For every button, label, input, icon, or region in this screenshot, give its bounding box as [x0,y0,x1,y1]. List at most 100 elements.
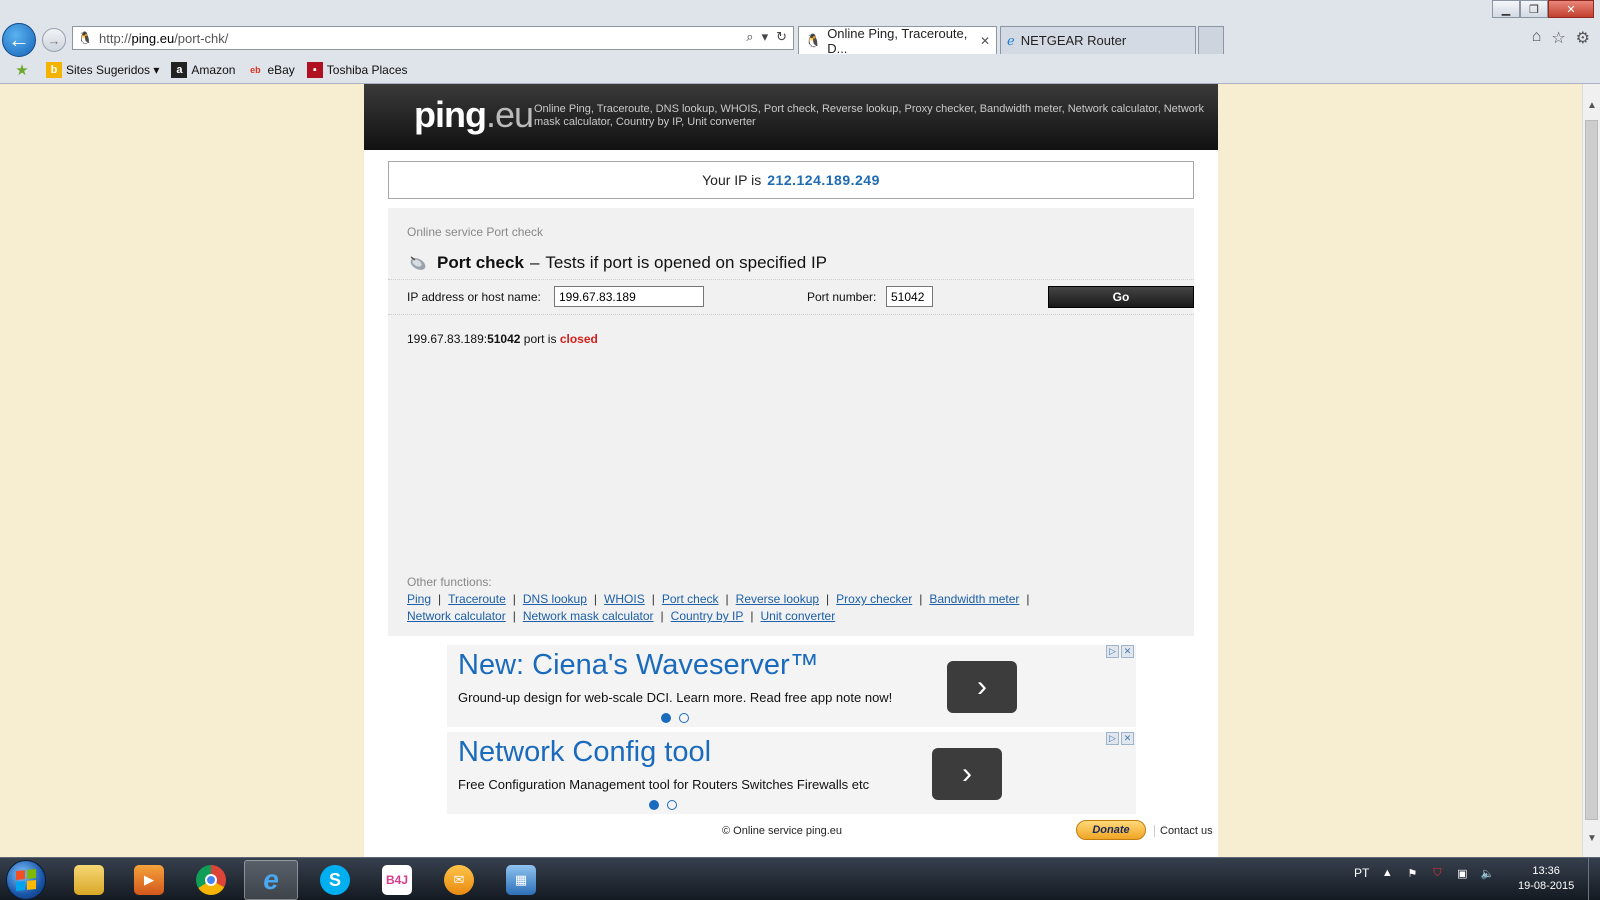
window-controls: ▁ ❐ ✕ [1492,0,1594,18]
link-ping[interactable]: Ping [407,592,431,606]
address-bar[interactable]: 🐧 http://ping.eu/port-chk/ ⌕ ▾ ↻ [72,26,794,50]
search-icon[interactable]: ⌕ [746,29,753,45]
taskbar-media-player[interactable]: ▶ [122,860,176,900]
system-tray: PT ▲ ⚑ ⛉ ▣ 🔈 [1354,866,1494,880]
chevron-down-icon[interactable]: ▾ [762,29,769,45]
media-player-icon: ▶ [134,865,164,895]
site-logo[interactable]: ping.eu [414,94,534,136]
url-text: http://ping.eu/port-chk/ [99,31,228,46]
ad-ciena[interactable]: New: Ciena's Waveserver™ Ground-up desig… [447,645,1136,727]
start-button[interactable] [6,860,46,900]
taskbar-b4j[interactable]: B4J [370,860,424,900]
ad-network-config[interactable]: Network Config tool Free Configuration M… [447,732,1136,814]
link-port-check[interactable]: Port check [662,592,719,606]
link-unit-converter[interactable]: Unit converter [761,609,836,623]
link-dns-lookup[interactable]: DNS lookup [523,592,587,606]
link-whois[interactable]: WHOIS [604,592,645,606]
site-container: ping.eu Online Ping, Traceroute, DNS loo… [364,84,1218,857]
link-reverse-lookup[interactable]: Reverse lookup [736,592,819,606]
new-tab-button[interactable] [1198,26,1224,54]
star-icon[interactable]: ☆ [1551,28,1565,48]
gear-icon[interactable]: ⚙ [1576,28,1590,48]
address-tools: ⌕ ▾ ↻ [746,29,787,45]
clock-date: 19-08-2015 [1518,880,1575,892]
vertical-scrollbar[interactable]: ▲ ▼ [1582,84,1600,857]
close-ad-icon[interactable]: ✕ [1121,645,1134,658]
ad-arrow-button[interactable]: › [947,661,1017,713]
page-title: Port check – Tests if port is opened on … [407,252,827,274]
taskbar-mail[interactable]: ✉ [432,860,486,900]
taskbar-control-panel[interactable]: ▦ [494,860,548,900]
favorites-bar: ★ b Sites Sugeridos ▾ a Amazon eb eBay ▪… [0,58,1600,82]
link-network-calculator[interactable]: Network calculator [407,609,506,623]
scrollbar-thumb[interactable] [1585,120,1598,820]
forward-button[interactable]: → [42,28,66,52]
tab-netgear-router[interactable]: ℯ NETGEAR Router [1000,26,1196,54]
site-header: ping.eu Online Ping, Traceroute, DNS loo… [364,84,1218,150]
scroll-up-icon[interactable]: ▲ [1583,96,1600,114]
go-button[interactable]: Go [1048,286,1194,308]
link-proxy-checker[interactable]: Proxy checker [836,592,912,606]
favorite-toshiba-places[interactable]: ▪ Toshiba Places [306,62,408,78]
separator: | [1026,592,1030,606]
link-country-by-ip[interactable]: Country by IP [671,609,744,623]
ad-arrow-button[interactable]: › [932,748,1002,800]
link-network-mask-calculator[interactable]: Network mask calculator [523,609,654,623]
taskbar-skype[interactable]: S [308,860,362,900]
contact-us-link[interactable]: Contact us [1154,825,1213,837]
clock[interactable]: 13:36 19-08-2015 [1518,864,1574,894]
taskbar-internet-explorer[interactable]: e [244,860,298,900]
volume-icon[interactable]: 🔈 [1480,866,1494,880]
favorite-amazon[interactable]: a Amazon [171,62,235,78]
link-bandwidth-meter[interactable]: Bandwidth meter [929,592,1019,606]
show-hidden-icons-icon[interactable]: ▲ [1380,866,1394,880]
ip-label: IP address or host name: [407,290,541,304]
your-ip-box: Your IP is 212.124.189.249 [388,161,1194,199]
penguin-icon: 🐧 [805,32,822,48]
tab-ping-eu[interactable]: 🐧 Online Ping, Traceroute, D... ✕ [798,26,997,56]
port-check-result: 199.67.83.189:51042 port is closed [407,332,598,346]
favorites-star[interactable]: ★ [14,62,34,79]
minimize-button[interactable]: ▁ [1492,0,1520,18]
result-port: 51042 [487,332,521,346]
taskbar-chrome[interactable] [184,860,238,900]
network-icon[interactable]: ▣ [1455,866,1469,880]
result-status: closed [559,332,598,346]
adchoices-icon[interactable]: ▷ [1106,732,1119,745]
browser-toolbar-icons: ⌂ ☆ ⚙ [1532,28,1590,48]
breadcrumb: Online service Port check [407,225,544,239]
antivirus-icon[interactable]: ⛉ [1430,866,1444,880]
close-ad-icon[interactable]: ✕ [1121,732,1134,745]
close-tab-icon[interactable]: ✕ [980,34,990,48]
favorites-add-icon: ★ [15,62,29,79]
back-button[interactable]: ← [2,23,36,57]
ad-dot-1[interactable] [661,713,671,723]
scroll-down-icon[interactable]: ▼ [1583,829,1600,847]
taskbar-explorer[interactable] [62,860,116,900]
result-host: 199.67.83.189: [407,332,488,346]
ad-dot-1[interactable] [649,800,659,810]
adchoices-icon[interactable]: ▷ [1106,645,1119,658]
ad-dot-2[interactable] [679,713,689,723]
arrow-right-icon: → [47,32,61,48]
chrome-icon [196,865,226,895]
ad-title[interactable]: New: Ciena's Waveserver™ [458,649,819,682]
ip-address-input[interactable] [554,286,704,307]
home-icon[interactable]: ⌂ [1532,28,1542,48]
refresh-icon[interactable]: ↻ [776,29,787,45]
language-indicator[interactable]: PT [1354,866,1369,880]
restore-button[interactable]: ❐ [1520,0,1548,18]
ad-title[interactable]: Network Config tool [458,736,711,769]
show-desktop-button[interactable] [1588,858,1600,900]
separator: | [512,609,516,623]
windows-logo-icon [16,868,36,892]
action-center-flag-icon[interactable]: ⚑ [1405,866,1419,880]
port-number-input[interactable] [886,286,933,307]
close-window-button[interactable]: ✕ [1548,0,1594,18]
donate-button[interactable]: Donate [1076,820,1146,840]
ad-pagination [649,800,677,810]
link-traceroute[interactable]: Traceroute [448,592,506,606]
favorite-ebay[interactable]: eb eBay [247,62,295,78]
favorite-sites-sugeridos[interactable]: b Sites Sugeridos ▾ [46,62,159,78]
ad-dot-2[interactable] [667,800,677,810]
